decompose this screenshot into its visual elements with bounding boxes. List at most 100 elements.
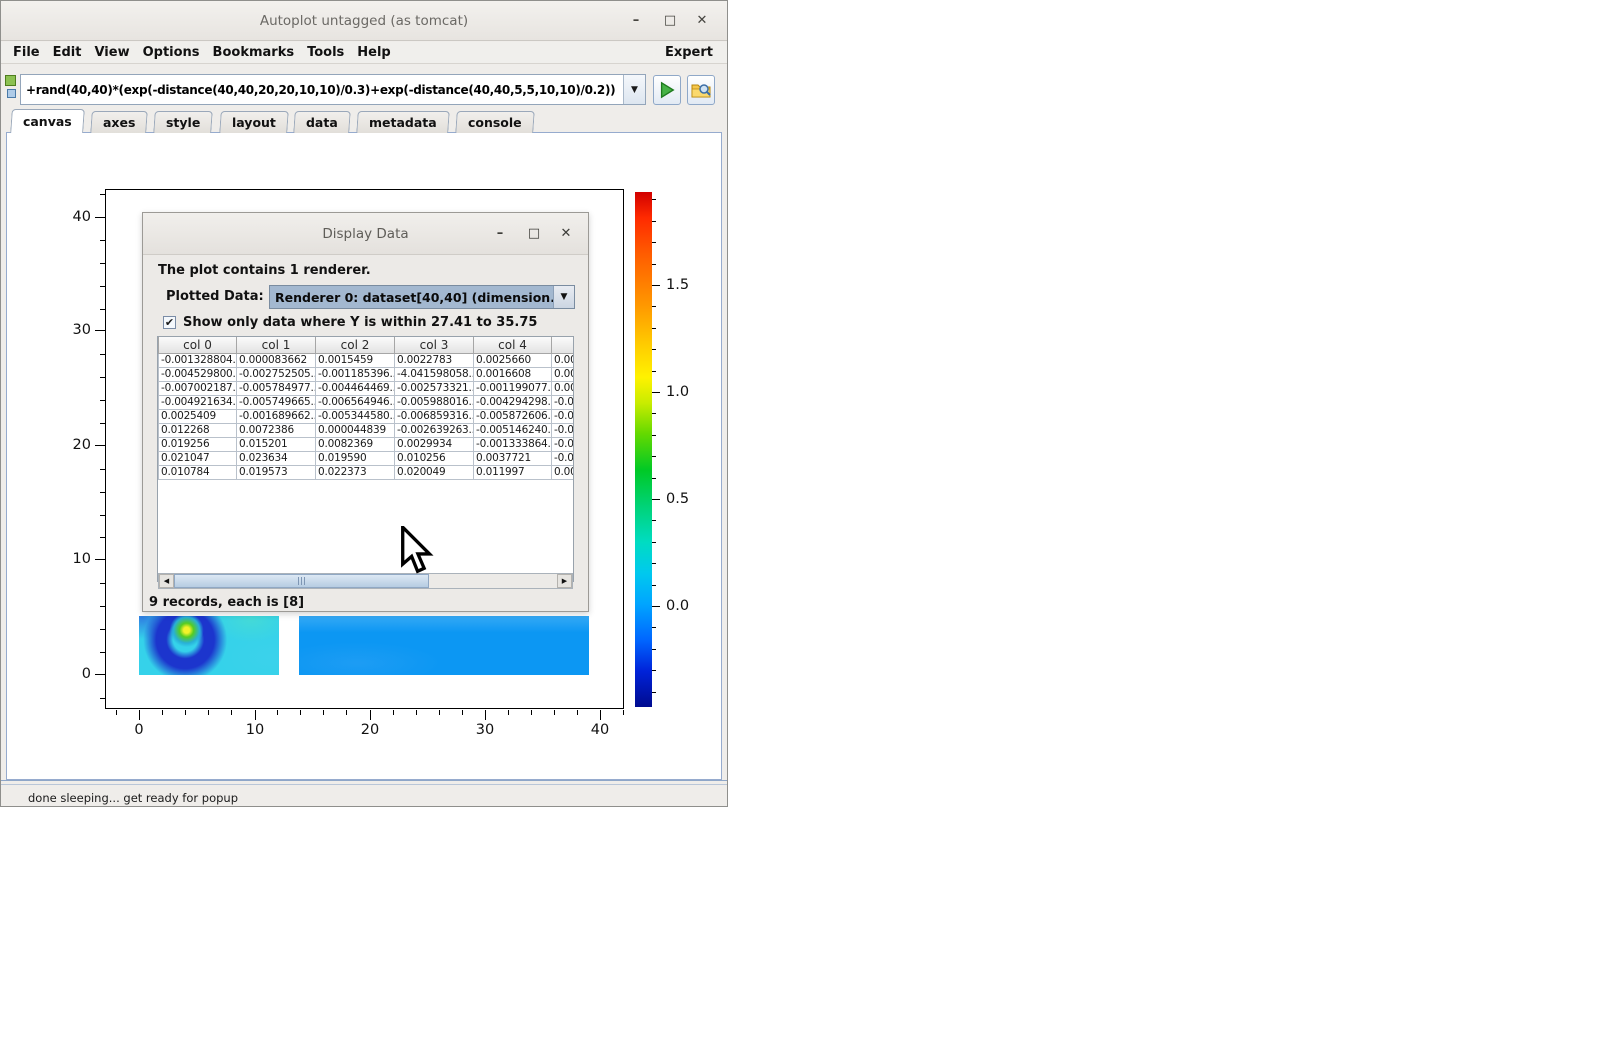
table-cell[interactable]: -0.00	[552, 395, 575, 409]
table-cell[interactable]: 0.000083662	[237, 353, 316, 367]
table-cell[interactable]: 0.010256	[395, 451, 474, 465]
scroll-left-button[interactable]: ◀	[159, 574, 174, 588]
table-cell[interactable]: -0.005988016...	[395, 395, 474, 409]
table-cell[interactable]: 0.011997	[474, 465, 552, 479]
table-row[interactable]: 0.0122680.00723860.000044839-0.002639263…	[159, 423, 575, 437]
column-header[interactable]: col 1	[237, 337, 316, 353]
menu-expert[interactable]: Expert	[665, 45, 727, 60]
table-cell[interactable]: 0.019573	[237, 465, 316, 479]
table-row[interactable]: 0.0107840.0195730.0223730.0200490.011997…	[159, 465, 575, 479]
uri-input[interactable]: +rand(40,40)*(exp(-distance(40,40,20,20,…	[21, 83, 623, 97]
tab-console[interactable]: console	[455, 111, 534, 133]
table-cell[interactable]: 0.0022783	[395, 353, 474, 367]
menu-item-options[interactable]: Options	[143, 45, 200, 60]
table-row[interactable]: -0.004529800...-0.002752505...-0.0011853…	[159, 367, 575, 381]
table-cell[interactable]: 0.015201	[237, 437, 316, 451]
table-cell[interactable]: 0.0016608	[474, 367, 552, 381]
table-cell[interactable]: 0.012268	[159, 423, 237, 437]
tab-layout[interactable]: layout	[219, 111, 288, 133]
table-cell[interactable]: -0.007002187...	[159, 381, 237, 395]
table-cell[interactable]: -0.00	[552, 437, 575, 451]
table-cell[interactable]: -0.004921634...	[159, 395, 237, 409]
table-cell[interactable]: 0.00	[552, 381, 575, 395]
window-maximize-button[interactable]: □	[659, 11, 681, 31]
table-cell[interactable]: 0.0025409	[159, 409, 237, 423]
column-header[interactable]: col 0	[159, 337, 237, 353]
column-header[interactable]: col 3	[395, 337, 474, 353]
tab-axes[interactable]: axes	[90, 111, 148, 133]
uri-combobox[interactable]: +rand(40,40)*(exp(-distance(40,40,20,20,…	[20, 74, 646, 105]
dialog-close-button[interactable]: ✕	[556, 224, 576, 244]
menu-item-help[interactable]: Help	[357, 45, 390, 60]
table-cell[interactable]: -0.002639263...	[395, 423, 474, 437]
table-row[interactable]: 0.0192560.0152010.00823690.0029934-0.001…	[159, 437, 575, 451]
uri-dropdown-button[interactable]: ▼	[623, 75, 645, 104]
column-header[interactable]	[552, 337, 575, 353]
scroll-right-button[interactable]: ▶	[557, 574, 572, 588]
table-cell[interactable]: -0.005344580...	[316, 409, 395, 423]
scrollbar-thumb[interactable]	[174, 574, 429, 588]
table-cell[interactable]: -0.001199077...	[474, 381, 552, 395]
table-cell[interactable]: -0.002573321...	[395, 381, 474, 395]
table-cell[interactable]: -0.00	[552, 423, 575, 437]
window-close-button[interactable]: ✕	[691, 11, 713, 31]
menu-item-tools[interactable]: Tools	[307, 45, 344, 60]
window-titlebar[interactable]: Autoplot untagged (as tomcat) – □ ✕	[1, 1, 727, 41]
table-row[interactable]: 0.0025409-0.001689662...-0.005344580...-…	[159, 409, 575, 423]
tab-metadata[interactable]: metadata	[357, 111, 450, 133]
table-cell[interactable]: -0.005749665...	[237, 395, 316, 409]
menu-item-edit[interactable]: Edit	[53, 45, 82, 60]
table-cell[interactable]: -0.00	[552, 451, 575, 465]
table-cell[interactable]: 0.0037721	[474, 451, 552, 465]
table-cell[interactable]: 0.00	[552, 353, 575, 367]
table-row[interactable]: -0.001328804...0.0000836620.00154590.002…	[159, 353, 575, 367]
table-cell[interactable]: -0.006564946...	[316, 395, 395, 409]
horizontal-scrollbar[interactable]: ◀ ▶	[158, 573, 573, 589]
table-cell[interactable]: 0.021047	[159, 451, 237, 465]
table-cell[interactable]: 0.0029934	[395, 437, 474, 451]
table-cell[interactable]: -0.006859316...	[395, 409, 474, 423]
inspect-uri-button[interactable]	[687, 75, 715, 105]
plot-canvas[interactable]: 4030201000102030401.51.00.50.0 Display D…	[6, 132, 722, 780]
tab-style[interactable]: style	[153, 111, 213, 133]
table-cell[interactable]: 0.000044839	[316, 423, 395, 437]
table-cell[interactable]: 0.00	[552, 465, 575, 479]
combo-dropdown-button[interactable]: ▼	[553, 286, 574, 308]
menu-item-file[interactable]: File	[13, 45, 40, 60]
table-cell[interactable]: 0.00	[552, 367, 575, 381]
menu-item-view[interactable]: View	[94, 45, 129, 60]
table-cell[interactable]: -0.001328804...	[159, 353, 237, 367]
table-cell[interactable]: -0.005784977...	[237, 381, 316, 395]
table-cell[interactable]: 0.0072386	[237, 423, 316, 437]
table-cell[interactable]: 0.0015459	[316, 353, 395, 367]
table-cell[interactable]: -0.00	[552, 409, 575, 423]
plotted-data-combobox[interactable]: Renderer 0: dataset[40,40] (dimension...…	[269, 285, 575, 309]
table-cell[interactable]: 0.020049	[395, 465, 474, 479]
table-cell[interactable]: -0.001689662...	[237, 409, 316, 423]
table-row[interactable]: 0.0210470.0236340.0195900.0102560.003772…	[159, 451, 575, 465]
table-cell[interactable]: 0.019256	[159, 437, 237, 451]
data-table-scrollpane[interactable]: col 0col 1col 2col 3col 4-0.001328804...…	[157, 336, 574, 582]
table-cell[interactable]: 0.010784	[159, 465, 237, 479]
dialog-minimize-button[interactable]: –	[490, 224, 510, 244]
column-header[interactable]: col 4	[474, 337, 552, 353]
tab-data[interactable]: data	[294, 111, 351, 133]
table-cell[interactable]: -4.041598058...	[395, 367, 474, 381]
table-cell[interactable]: -0.005146240...	[474, 423, 552, 437]
table-cell[interactable]: -0.005872606...	[474, 409, 552, 423]
table-cell[interactable]: -0.002752505...	[237, 367, 316, 381]
go-button[interactable]	[653, 75, 681, 105]
filter-checkbox[interactable]: ✔	[163, 316, 176, 329]
table-cell[interactable]: 0.023634	[237, 451, 316, 465]
table-cell[interactable]: -0.001185396...	[316, 367, 395, 381]
table-cell[interactable]: 0.022373	[316, 465, 395, 479]
table-row[interactable]: -0.004921634...-0.005749665...-0.0065649…	[159, 395, 575, 409]
window-minimize-button[interactable]: –	[625, 11, 647, 31]
dialog-maximize-button[interactable]: □	[524, 224, 544, 244]
table-row[interactable]: -0.007002187...-0.005784977...-0.0044644…	[159, 381, 575, 395]
table-cell[interactable]: -0.004464469...	[316, 381, 395, 395]
tab-canvas[interactable]: canvas	[10, 109, 84, 133]
dialog-titlebar[interactable]: Display Data – □ ✕	[143, 213, 588, 255]
menu-item-bookmarks[interactable]: Bookmarks	[213, 45, 295, 60]
table-cell[interactable]: 0.0025660	[474, 353, 552, 367]
